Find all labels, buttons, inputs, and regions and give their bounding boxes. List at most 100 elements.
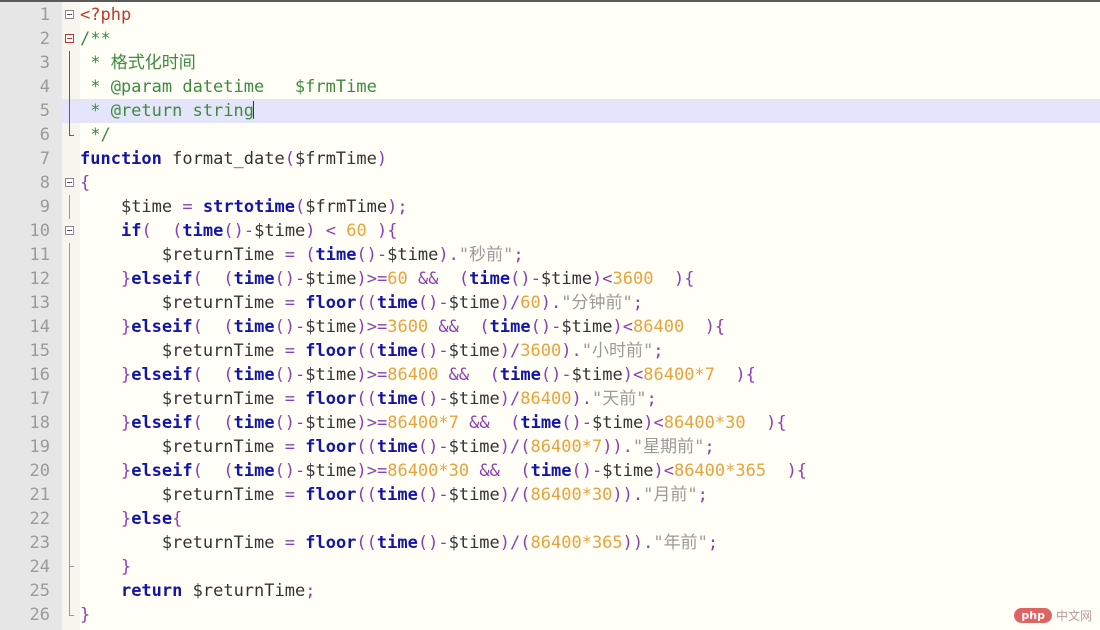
code-token: () — [417, 389, 439, 409]
code-token: elseif — [131, 269, 193, 289]
code-text[interactable]: { — [80, 171, 90, 195]
code-text[interactable]: $returnTime = floor((time()-$time)/60)."… — [80, 291, 643, 315]
code-line[interactable]: 26} — [0, 603, 1100, 627]
code-line[interactable]: 15 $returnTime = floor((time()-$time)/36… — [0, 339, 1100, 363]
code-line[interactable]: 17 $returnTime = floor((time()-$time)/86… — [0, 387, 1100, 411]
code-text[interactable]: }elseif( (time()-$time)>=86400*30 && (ti… — [80, 459, 807, 483]
fold-cell[interactable] — [62, 435, 80, 459]
code-text[interactable]: $returnTime = floor((time()-$time)/(8640… — [80, 435, 715, 459]
code-line[interactable]: 12 }elseif( (time()-$time)>=60 && (time(… — [0, 267, 1100, 291]
code-text[interactable]: $returnTime = floor((time()-$time)/86400… — [80, 387, 657, 411]
code-token: () — [274, 461, 296, 481]
fold-cell[interactable] — [62, 27, 80, 51]
code-line[interactable]: 20 }elseif( (time()-$time)>=86400*30 && … — [0, 459, 1100, 483]
fold-cell[interactable] — [62, 243, 80, 267]
code-text[interactable]: $returnTime = floor((time()-$time)/3600)… — [80, 339, 664, 363]
fold-cell[interactable] — [62, 531, 80, 555]
code-text[interactable]: <?php — [80, 3, 131, 27]
fold-cell[interactable] — [62, 339, 80, 363]
code-text[interactable]: /** — [80, 27, 111, 51]
fold-cell[interactable] — [62, 459, 80, 483]
fold-cell[interactable] — [62, 267, 80, 291]
code-text[interactable]: */ — [80, 123, 110, 147]
code-line[interactable]: 3 * 格式化时间 — [0, 51, 1100, 75]
fold-cell[interactable] — [62, 147, 80, 171]
code-token: ){ — [786, 461, 808, 481]
code-token: time — [376, 437, 418, 457]
fold-cell[interactable] — [62, 603, 80, 627]
code-text[interactable]: } — [80, 603, 90, 627]
code-line[interactable]: 5 * @return string — [0, 99, 1100, 123]
code-text[interactable]: * @param datetime $frmTime — [80, 75, 377, 99]
fold-toggle-icon[interactable] — [65, 178, 74, 187]
fold-cell[interactable] — [62, 387, 80, 411]
code-token: - — [295, 413, 306, 433]
fold-cell[interactable] — [62, 507, 80, 531]
code-line[interactable]: 19 $returnTime = floor((time()-$time)/(8… — [0, 435, 1100, 459]
fold-cell[interactable] — [62, 3, 80, 27]
line-number: 26 — [29, 605, 50, 625]
code-token: ) — [376, 149, 388, 169]
code-line[interactable]: 2 /** — [0, 27, 1100, 51]
fold-cell[interactable] — [62, 171, 80, 195]
code-text[interactable]: } — [80, 555, 131, 579]
code-line[interactable]: 16 }elseif( (time()-$time)>=86400 && (ti… — [0, 363, 1100, 387]
fold-cell[interactable] — [62, 579, 80, 603]
code-line[interactable]: 11 $returnTime = (time()-$time)."秒前"; — [0, 243, 1100, 267]
fold-cell[interactable] — [62, 411, 80, 435]
code-text[interactable]: function format_date($frmTime) — [80, 147, 387, 171]
fold-cell[interactable] — [62, 75, 80, 99]
fold-cell[interactable] — [62, 219, 80, 243]
fold-toggle-icon[interactable] — [65, 226, 74, 235]
fold-cell[interactable] — [62, 555, 80, 579]
fold-cell[interactable] — [62, 291, 80, 315]
fold-cell[interactable] — [62, 99, 80, 123]
code-editor[interactable]: 1 <?php 2/** 3 * 格式化时间 4 * @param datetime $… — [0, 0, 1100, 630]
code-line[interactable]: 7 function format_date($frmTime) — [0, 147, 1100, 171]
code-text[interactable]: $returnTime = floor((time()-$time)/(8640… — [80, 531, 718, 555]
code-token: )) — [622, 533, 644, 553]
code-text[interactable]: $time = strtotime($frmTime); — [80, 195, 408, 219]
code-line[interactable]: 23 $returnTime = floor((time()-$time)/(8… — [0, 531, 1100, 555]
fold-cell[interactable] — [62, 51, 80, 75]
code-token: ( — [172, 221, 183, 241]
code-line[interactable]: 25 return $returnTime; — [0, 579, 1100, 603]
code-line[interactable]: 18 }elseif( (time()-$time)>=86400*7 && (… — [0, 411, 1100, 435]
code-token: && — [469, 413, 490, 433]
code-text[interactable]: }elseif( (time()-$time)>=3600 && (time()… — [80, 315, 725, 339]
code-token: $time — [305, 317, 357, 337]
code-line[interactable]: 8{ — [0, 171, 1100, 195]
code-line[interactable]: 9 $time = strtotime($frmTime); — [0, 195, 1100, 219]
fold-cell[interactable] — [62, 483, 80, 507]
code-line[interactable]: 21 $returnTime = floor((time()-$time)/(8… — [0, 483, 1100, 507]
code-line[interactable]: 10 if( (time()-$time) < 60 ){ — [0, 219, 1100, 243]
code-text[interactable]: }elseif( (time()-$time)>=60 && (time()-$… — [80, 267, 695, 291]
code-text[interactable]: $returnTime = (time()-$time)."秒前"; — [80, 243, 524, 267]
code-line[interactable]: 22 }else{ — [0, 507, 1100, 531]
code-lines-container: 1 <?php 2/** 3 * 格式化时间 4 * @param datetime $… — [0, 2, 1100, 627]
code-line[interactable]: 24 } — [0, 555, 1100, 579]
code-text[interactable]: $returnTime = floor((time()-$time)/(8640… — [80, 483, 708, 507]
fold-cell[interactable] — [62, 315, 80, 339]
code-line[interactable]: 1 <?php — [0, 3, 1100, 27]
code-text[interactable]: * @return string — [80, 99, 254, 123]
code-text[interactable]: return $returnTime; — [80, 579, 316, 603]
code-text[interactable]: }elseif( (time()-$time)>=86400 && (time(… — [80, 363, 756, 387]
code-text[interactable]: * 格式化时间 — [80, 51, 195, 75]
fold-toggle-icon[interactable] — [65, 34, 74, 43]
code-line[interactable]: 14 }elseif( (time()-$time)>=3600 && (tim… — [0, 315, 1100, 339]
code-line[interactable]: 4 * @param datetime $frmTime — [0, 75, 1100, 99]
code-token: - — [530, 269, 541, 289]
fold-cell[interactable] — [62, 195, 80, 219]
fold-cell[interactable] — [62, 363, 80, 387]
fold-toggle-icon[interactable] — [65, 10, 74, 19]
code-line[interactable]: 6 */ — [0, 123, 1100, 147]
code-text[interactable]: }elseif( (time()-$time)>=86400*7 && (tim… — [80, 411, 787, 435]
code-text[interactable]: if( (time()-$time) < 60 ){ — [80, 219, 398, 243]
fold-guide-line — [69, 555, 74, 579]
code-line[interactable]: 13 $returnTime = floor((time()-$time)/60… — [0, 291, 1100, 315]
code-text[interactable]: }else{ — [80, 507, 182, 531]
fold-cell[interactable] — [62, 123, 80, 147]
